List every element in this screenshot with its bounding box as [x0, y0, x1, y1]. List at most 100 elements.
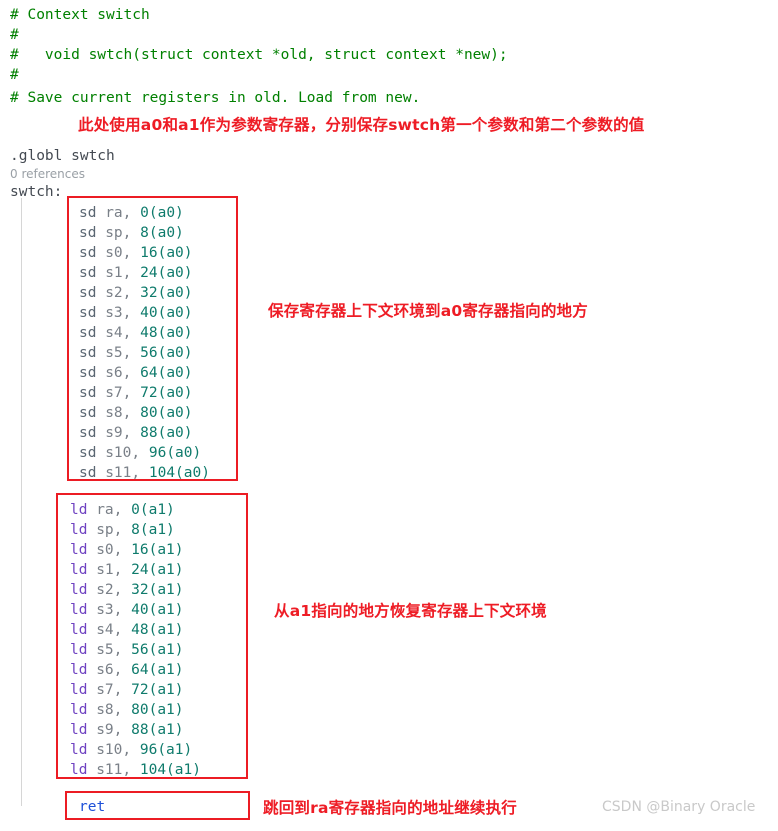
- instruction-operand: 24(a0): [140, 265, 193, 281]
- instruction-register: s0,: [105, 245, 141, 261]
- instruction-operand: 40(a0): [140, 305, 193, 321]
- indent-guide: [21, 198, 22, 806]
- watermark-csdn: CSDN @Binary Oracle: [602, 799, 756, 815]
- instruction-operand: 56(a0): [140, 345, 193, 361]
- instruction-register: s5,: [105, 345, 141, 361]
- instruction-operand: 96(a0): [148, 445, 202, 461]
- instruction-line: ld s5, 56(a1): [70, 640, 184, 660]
- annotation-parameter-registers: 此处使用a0和a1作为参数寄存器，分别保存swtch第一个参数和第二个参数的值: [78, 116, 645, 134]
- instruction-operand: 64(a0): [140, 365, 193, 381]
- instruction-mnemonic: ld: [70, 762, 97, 778]
- instruction-mnemonic: sd: [79, 405, 106, 421]
- instruction-line: ld s8, 80(a1): [70, 700, 184, 720]
- instruction-line: sd s5, 56(a0): [79, 343, 193, 363]
- code-editor-surface[interactable]: # Context switch # # void swtch(struct c…: [0, 0, 778, 831]
- instruction-register: s11,: [105, 465, 149, 481]
- instruction-register: s4,: [105, 325, 141, 341]
- instruction-line: sd s1, 24(a0): [79, 263, 193, 283]
- instruction-register: s6,: [105, 365, 141, 381]
- instruction-operand: 88(a0): [140, 425, 193, 441]
- instruction-register: s2,: [96, 582, 132, 598]
- function-label-swtch: swtch:: [10, 184, 63, 200]
- instruction-register: s10,: [105, 445, 149, 461]
- instruction-operand: 72(a0): [140, 385, 193, 401]
- instruction-operand: 8(a0): [140, 225, 184, 241]
- instruction-mnemonic: sd: [79, 325, 106, 341]
- instruction-register: ra,: [96, 502, 132, 518]
- instruction-mnemonic: sd: [79, 285, 106, 301]
- instruction-mnemonic: ld: [70, 682, 97, 698]
- instruction-operand: 0(a0): [140, 205, 184, 221]
- instruction-line: ld s1, 24(a1): [70, 560, 184, 580]
- instruction-line: sd s8, 80(a0): [79, 403, 193, 423]
- instruction-operand: 96(a1): [139, 742, 193, 758]
- instruction-mnemonic: sd: [79, 265, 106, 281]
- codelens-references[interactable]: 0 references: [10, 167, 85, 181]
- instruction-operand: 48(a1): [131, 622, 184, 638]
- instruction-mnemonic: ld: [70, 742, 97, 758]
- instruction-register: s0,: [96, 542, 132, 558]
- instruction-mnemonic: sd: [79, 365, 106, 381]
- instruction-register: s1,: [105, 265, 141, 281]
- instruction-operand: 104(a1): [139, 762, 201, 778]
- instruction-register: s11,: [96, 762, 140, 778]
- instruction-line: ld ra, 0(a1): [70, 500, 175, 520]
- instruction-operand: 32(a0): [140, 285, 193, 301]
- instruction-operand: 56(a1): [131, 642, 184, 658]
- instruction-register: s8,: [105, 405, 141, 421]
- instruction-register: sp,: [105, 225, 141, 241]
- instruction-register: s3,: [96, 602, 132, 618]
- instruction-line: sd s9, 88(a0): [79, 423, 193, 443]
- instruction-register: s4,: [96, 622, 132, 638]
- instruction-line: ld s3, 40(a1): [70, 600, 184, 620]
- instruction-line: sd s7, 72(a0): [79, 383, 193, 403]
- instruction-mnemonic: ld: [70, 662, 97, 678]
- instruction-line: sd s3, 40(a0): [79, 303, 193, 323]
- instruction-mnemonic: sd: [79, 445, 106, 461]
- instruction-register: s10,: [96, 742, 140, 758]
- instruction-operand: 72(a1): [131, 682, 184, 698]
- instruction-line: ld s10, 96(a1): [70, 740, 192, 760]
- instruction-operand: 64(a1): [131, 662, 184, 678]
- annotation-restore-context: 从a1指向的地方恢复寄存器上下文环境: [274, 602, 547, 620]
- instruction-operand: 24(a1): [131, 562, 184, 578]
- instruction-line: sd s2, 32(a0): [79, 283, 193, 303]
- instruction-mnemonic: sd: [79, 245, 106, 261]
- instruction-operand: 104(a0): [148, 465, 210, 481]
- instruction-operand: 80(a0): [140, 405, 193, 421]
- instruction-mnemonic: ld: [70, 642, 97, 658]
- instruction-operand: 88(a1): [131, 722, 184, 738]
- comment-line-1: #: [10, 27, 19, 43]
- instruction-mnemonic: ld: [70, 622, 97, 638]
- instruction-mnemonic: ld: [70, 582, 97, 598]
- comment-line-2: # void swtch(struct context *old, struct…: [10, 47, 508, 63]
- instruction-mnemonic: sd: [79, 385, 106, 401]
- instruction-register: s2,: [105, 285, 141, 301]
- instruction-mnemonic: sd: [79, 345, 106, 361]
- instruction-operand: 0(a1): [131, 502, 175, 518]
- instruction-operand: 80(a1): [131, 702, 184, 718]
- instruction-line: sd ra, 0(a0): [79, 203, 184, 223]
- instruction-line: ld s7, 72(a1): [70, 680, 184, 700]
- instruction-register: s5,: [96, 642, 132, 658]
- instruction-register: s3,: [105, 305, 141, 321]
- instruction-operand: 40(a1): [131, 602, 184, 618]
- instruction-register: ra,: [105, 205, 141, 221]
- instruction-mnemonic: ld: [70, 542, 97, 558]
- instruction-mnemonic: ld: [70, 722, 97, 738]
- return-instruction: ret: [79, 799, 106, 815]
- instruction-operand: 16(a0): [140, 245, 193, 261]
- instruction-mnemonic: sd: [79, 465, 106, 481]
- instruction-line: sd s10, 96(a0): [79, 443, 201, 463]
- instruction-mnemonic: sd: [79, 205, 106, 221]
- instruction-register: s9,: [96, 722, 132, 738]
- instruction-line: sd s0, 16(a0): [79, 243, 193, 263]
- instruction-line: ld s11, 104(a1): [70, 760, 201, 780]
- instruction-line: sd s4, 48(a0): [79, 323, 193, 343]
- instruction-line: ld s6, 64(a1): [70, 660, 184, 680]
- instruction-register: sp,: [96, 522, 132, 538]
- instruction-mnemonic: sd: [79, 305, 106, 321]
- instruction-line: ld s0, 16(a1): [70, 540, 184, 560]
- instruction-register: s7,: [96, 682, 132, 698]
- instruction-line: ld s2, 32(a1): [70, 580, 184, 600]
